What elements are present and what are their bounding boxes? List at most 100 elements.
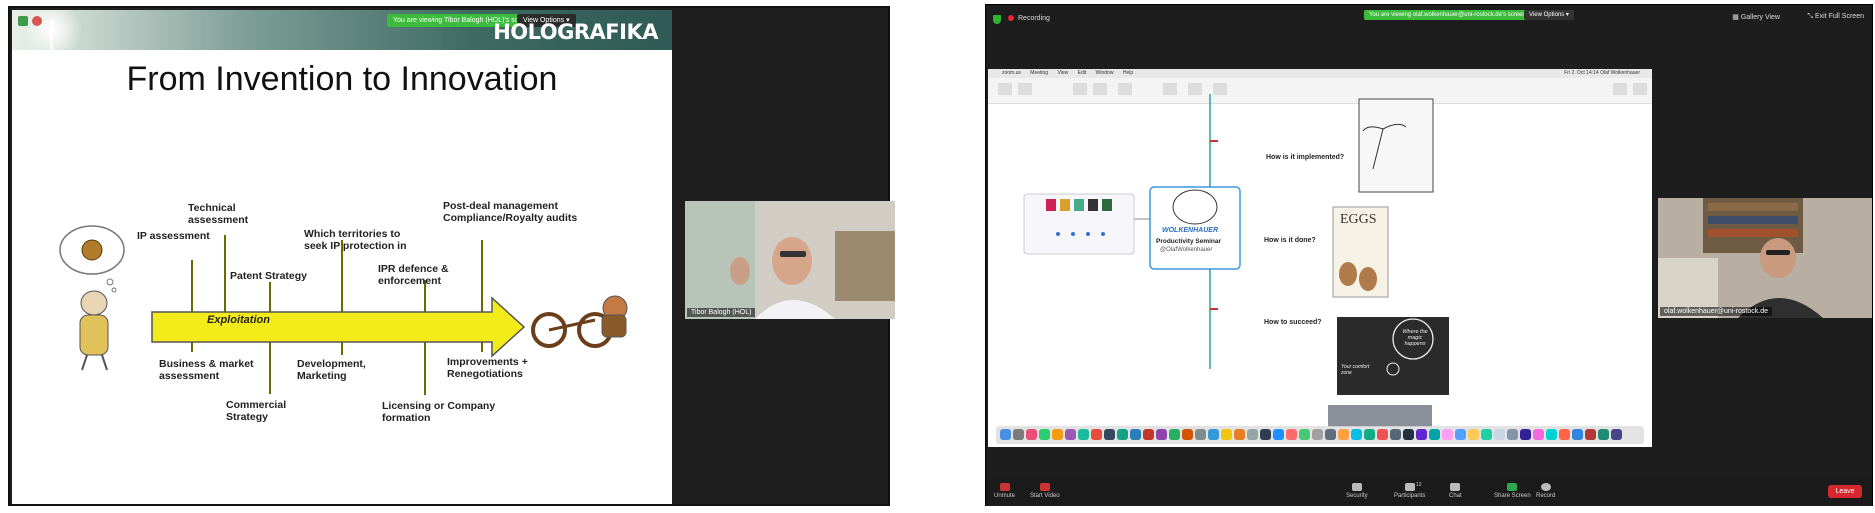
gallery-view-button[interactable]: ▦ Gallery View bbox=[1732, 13, 1780, 21]
dock-app-icon[interactable] bbox=[1065, 429, 1076, 440]
dock-app-icon[interactable] bbox=[1429, 429, 1440, 440]
label-improvements: Improvements + Renegotiations bbox=[447, 356, 528, 380]
dock-app-icon[interactable] bbox=[1403, 429, 1414, 440]
dock-app-icon[interactable] bbox=[1585, 429, 1596, 440]
record-label: Record bbox=[1536, 493, 1556, 499]
dock-app-icon[interactable] bbox=[1299, 429, 1310, 440]
dock-app-icon[interactable] bbox=[1000, 429, 1011, 440]
dock-app-icon[interactable] bbox=[1598, 429, 1609, 440]
dock-app-icon[interactable] bbox=[1273, 429, 1284, 440]
participant-olaf-photo bbox=[1658, 198, 1872, 318]
chat-label: Chat bbox=[1449, 493, 1462, 499]
microphone-muted-icon bbox=[999, 483, 1010, 491]
shield-icon bbox=[1351, 483, 1362, 491]
dock-app-icon[interactable] bbox=[1195, 429, 1206, 440]
participant-video-olaf[interactable]: olaf.wolkenhauer@uni-rostock.de bbox=[1658, 198, 1872, 318]
dock-app-icon[interactable] bbox=[1611, 429, 1622, 440]
dock-app-icon[interactable] bbox=[1390, 429, 1401, 440]
label-development-marketing: Development, Marketing bbox=[297, 358, 366, 382]
start-video-button[interactable]: Start Video bbox=[1030, 483, 1060, 499]
dock-app-icon[interactable] bbox=[1221, 429, 1232, 440]
dock-app-icon[interactable] bbox=[1039, 429, 1050, 440]
dock-app-icon[interactable] bbox=[1377, 429, 1388, 440]
left-zoom-window: You are viewing Tibor Balogh (HOL)'s scr… bbox=[8, 6, 895, 506]
gallery-view-label: Gallery View bbox=[1740, 14, 1780, 21]
recording-label: Recording bbox=[1018, 15, 1050, 22]
caveman-icon bbox=[80, 290, 108, 316]
dock-app-icon[interactable] bbox=[1234, 429, 1245, 440]
mindmap-q2[interactable]: How is it done? bbox=[1264, 237, 1316, 244]
dock-app-icon[interactable] bbox=[1338, 429, 1349, 440]
dock-app-icon[interactable] bbox=[1143, 429, 1154, 440]
shared-slide: You are viewing Tibor Balogh (HOL)'s scr… bbox=[12, 10, 672, 504]
dock-app-icon[interactable] bbox=[1260, 429, 1271, 440]
invention-diagram bbox=[59, 225, 628, 395]
share-screen-label: Share Screen bbox=[1494, 493, 1531, 499]
chalk-text-magic: Where the magic happens bbox=[1402, 329, 1428, 347]
participant-tibor-photo bbox=[685, 201, 895, 319]
chat-button[interactable]: Chat bbox=[1449, 483, 1462, 499]
video-off-icon bbox=[1039, 483, 1050, 491]
dock-app-icon[interactable] bbox=[1442, 429, 1453, 440]
dock-app-icon[interactable] bbox=[1494, 429, 1505, 440]
participants-label: Participants bbox=[1394, 493, 1426, 499]
participant-name-label: Tibor Balogh (HOL) bbox=[687, 308, 756, 317]
dock-app-icon[interactable] bbox=[1325, 429, 1336, 440]
dock-app-icon[interactable] bbox=[1247, 429, 1258, 440]
dock-app-icon[interactable] bbox=[1130, 429, 1141, 440]
dock-app-icon[interactable] bbox=[1520, 429, 1531, 440]
share-screen-button[interactable]: Share Screen bbox=[1494, 483, 1531, 499]
chalk-text-comfort: Your comfort zone bbox=[1341, 364, 1370, 376]
dock-app-icon[interactable] bbox=[1416, 429, 1427, 440]
recording-indicator: Recording bbox=[1008, 15, 1050, 22]
mind-map bbox=[1023, 94, 1449, 427]
dock-app-icon[interactable] bbox=[1364, 429, 1375, 440]
dock-app-icon[interactable] bbox=[1312, 429, 1323, 440]
dock-app-icon[interactable] bbox=[1572, 429, 1583, 440]
central-node-handle: @OlafWolkenhauer bbox=[1160, 247, 1213, 253]
label-technical-assessment: Technical assessment bbox=[188, 202, 249, 226]
central-node-title: Productivity Seminar bbox=[1156, 238, 1222, 245]
participant-name-label: olaf.wolkenhauer@uni-rostock.de bbox=[1660, 307, 1772, 316]
dock-app-icon[interactable] bbox=[1026, 429, 1037, 440]
dock-app-icon[interactable] bbox=[1117, 429, 1128, 440]
dock-app-icon[interactable] bbox=[1078, 429, 1089, 440]
dock-app-icon[interactable] bbox=[1455, 429, 1466, 440]
unmute-button[interactable]: Unmute bbox=[994, 483, 1015, 499]
dock-app-icon[interactable] bbox=[1156, 429, 1167, 440]
label-commercial-strategy: Commercial Strategy bbox=[226, 399, 287, 423]
dock-app-icon[interactable] bbox=[1468, 429, 1479, 440]
leave-button[interactable]: Leave bbox=[1828, 485, 1862, 498]
dock-app-icon[interactable] bbox=[1013, 429, 1024, 440]
dock-app-icon[interactable] bbox=[1091, 429, 1102, 440]
dock-app-icon[interactable] bbox=[1182, 429, 1193, 440]
fist-bump-icon bbox=[1172, 189, 1218, 225]
dock-app-icon[interactable] bbox=[1208, 429, 1219, 440]
exit-full-screen-button[interactable]: ⤡ Exit Full Screen bbox=[1807, 13, 1864, 21]
record-icon bbox=[1540, 483, 1551, 491]
dock-app-icon[interactable] bbox=[1351, 429, 1362, 440]
shared-screen: zoom.us Meeting View Edit Window Help Fr… bbox=[988, 69, 1652, 447]
view-options-button[interactable]: View Options ▾ bbox=[1524, 10, 1574, 20]
record-button[interactable]: Record bbox=[1536, 483, 1555, 499]
dock-app-icon[interactable] bbox=[1286, 429, 1297, 440]
cartoon-image bbox=[1358, 98, 1434, 193]
mindmap-q1[interactable]: How is it implemented? bbox=[1266, 154, 1344, 161]
dock-app-icon[interactable] bbox=[1507, 429, 1518, 440]
mac-dock bbox=[996, 426, 1644, 444]
dock-app-icon[interactable] bbox=[1104, 429, 1115, 440]
dock-app-icon[interactable] bbox=[1481, 429, 1492, 440]
participant-video-tibor[interactable]: Tibor Balogh (HOL) bbox=[685, 201, 895, 319]
dock-app-icon[interactable] bbox=[1052, 429, 1063, 440]
dock-app-icon[interactable] bbox=[1546, 429, 1557, 440]
people-icon bbox=[1404, 483, 1415, 491]
dock-app-icon[interactable] bbox=[1533, 429, 1544, 440]
chat-icon bbox=[1450, 483, 1461, 491]
zoom-bottom-bar: Unmute Start Video Security Participants… bbox=[986, 479, 1872, 506]
dock-app-icon[interactable] bbox=[1169, 429, 1180, 440]
security-button[interactable]: Security bbox=[1346, 483, 1368, 499]
mindmap-q3[interactable]: How to succeed? bbox=[1264, 319, 1322, 326]
arrow-label: Exploitation bbox=[207, 314, 270, 326]
dock-app-icon[interactable] bbox=[1559, 429, 1570, 440]
chalkboard-image bbox=[1337, 317, 1449, 395]
